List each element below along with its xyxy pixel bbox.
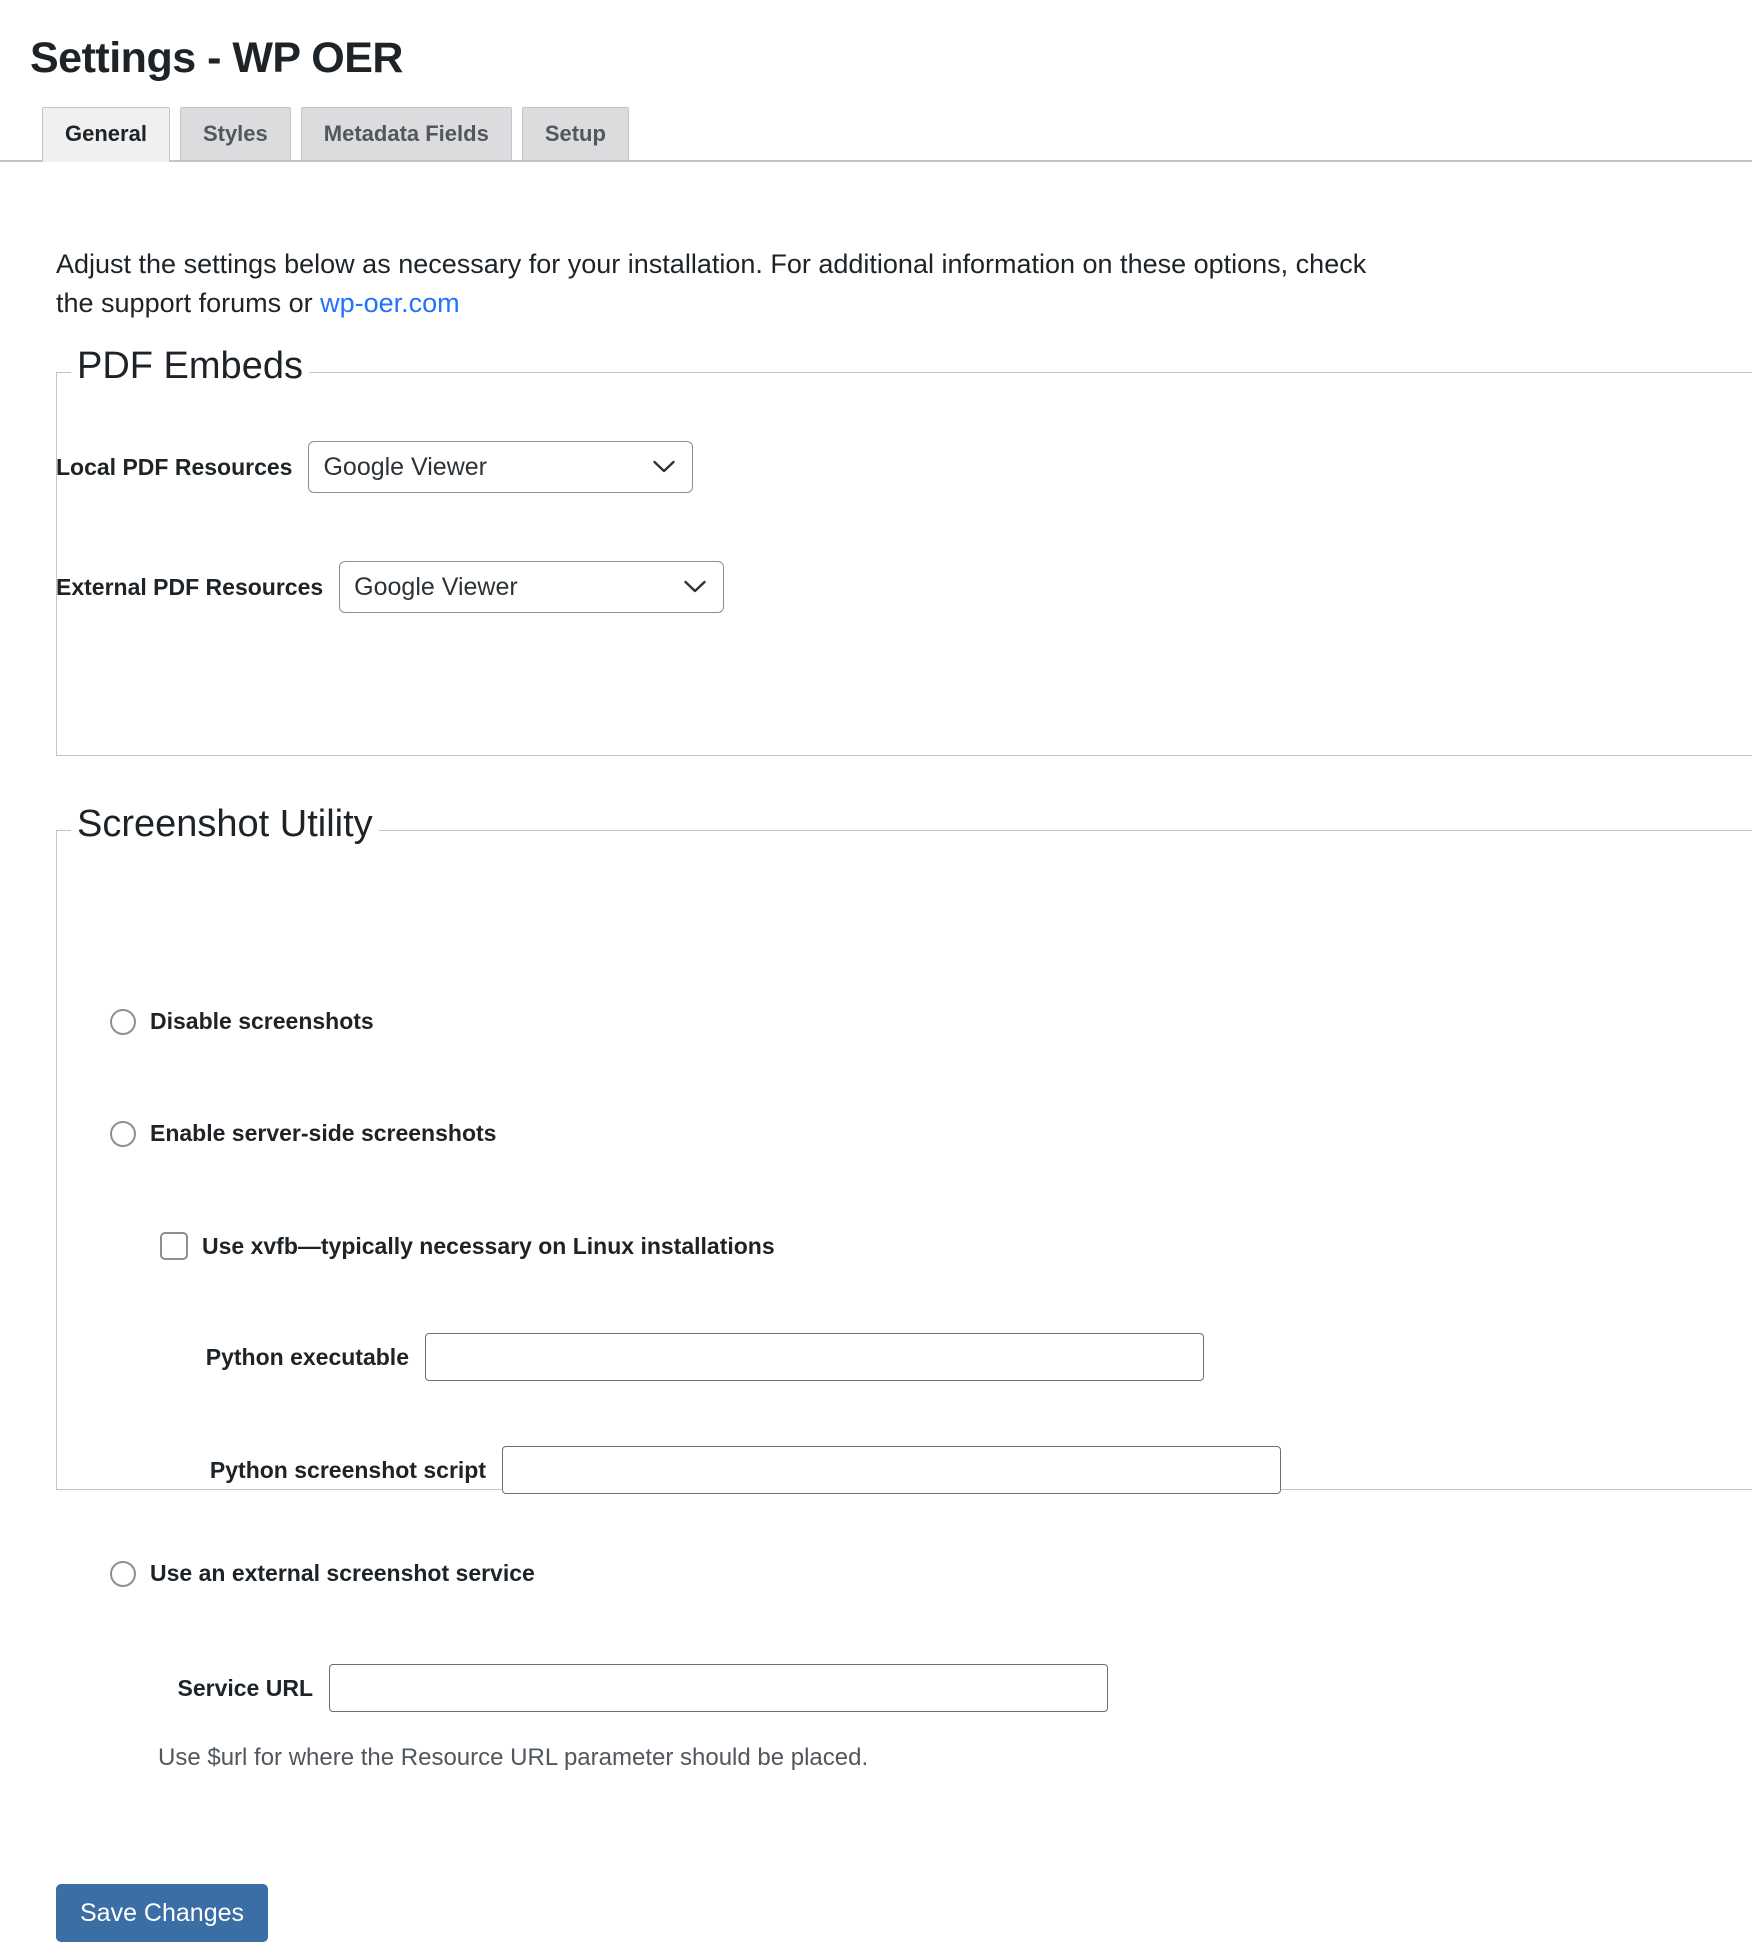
checkbox-use-xvfb[interactable]: Use xvfb—typically necessary on Linux in…	[160, 1232, 775, 1260]
intro-text: Adjust the settings below as necessary f…	[56, 249, 1367, 319]
external-pdf-resources-row: External PDF Resources Google Viewer	[56, 561, 725, 613]
local-pdf-resources-select-wrap: Google Viewer	[308, 441, 694, 493]
radio-use-external-screenshot-service-label: Use an external screenshot service	[150, 1560, 535, 1586]
tab-strip: General Styles Metadata Fields Setup	[0, 106, 1752, 162]
tab-setup[interactable]: Setup	[521, 106, 629, 160]
external-pdf-resources-label: External PDF Resources	[56, 573, 324, 600]
tab-styles[interactable]: Styles	[179, 106, 291, 160]
python-executable-label: Python executable	[205, 1343, 409, 1370]
tab-styles-label: Styles	[202, 120, 268, 146]
screenshot-utility-legend: Screenshot Utility	[71, 803, 379, 846]
python-screenshot-script-input[interactable]	[502, 1446, 1281, 1494]
intro-paragraph: Adjust the settings below as necessary f…	[56, 245, 1386, 323]
tab-setup-label: Setup	[544, 120, 606, 146]
tab-list: General Styles Metadata Fields Setup	[42, 106, 629, 162]
checkbox-use-xvfb-label: Use xvfb—typically necessary on Linux in…	[202, 1232, 775, 1259]
tab-general[interactable]: General	[42, 106, 170, 162]
radio-use-external-screenshot-service[interactable]: Use an external screenshot service	[110, 1560, 535, 1587]
local-pdf-resources-row: Local PDF Resources Google Viewer	[56, 441, 694, 493]
service-url-help-text: Use $url for where the Resource URL para…	[158, 1744, 869, 1771]
external-pdf-resources-select-wrap: Google Viewer	[339, 561, 725, 613]
radio-icon[interactable]	[110, 1120, 136, 1147]
pdf-embeds-legend: PDF Embeds	[71, 345, 309, 388]
tab-metadata-fields-label: Metadata Fields	[323, 120, 489, 146]
radio-icon[interactable]	[110, 1560, 136, 1587]
settings-page: Settings - WP OER General Styles Metadat…	[0, 0, 1752, 1956]
local-pdf-resources-label: Local PDF Resources	[56, 453, 293, 480]
python-executable-input[interactable]	[425, 1333, 1204, 1381]
radio-enable-server-side-screenshots[interactable]: Enable server-side screenshots	[110, 1120, 496, 1147]
radio-disable-screenshots[interactable]: Disable screenshots	[110, 1008, 374, 1035]
radio-disable-screenshots-label: Disable screenshots	[150, 1008, 374, 1034]
radio-enable-server-side-screenshots-label: Enable server-side screenshots	[150, 1120, 497, 1146]
tab-metadata-fields[interactable]: Metadata Fields	[300, 106, 512, 160]
service-url-label: Service URL	[177, 1674, 313, 1701]
checkbox-icon[interactable]	[160, 1232, 188, 1260]
external-pdf-resources-select[interactable]: Google Viewer	[339, 561, 725, 613]
python-screenshot-script-label: Python screenshot script	[209, 1456, 486, 1483]
python-executable-row: Python executable	[110, 1333, 1204, 1381]
radio-icon[interactable]	[110, 1008, 136, 1035]
local-pdf-resources-select[interactable]: Google Viewer	[308, 441, 694, 493]
service-url-input[interactable]	[329, 1664, 1108, 1712]
wp-oer-link[interactable]: wp-oer.com	[320, 288, 460, 318]
page-title: Settings - WP OER	[30, 33, 403, 82]
screenshot-utility-fieldset: Screenshot Utility	[56, 803, 1752, 1490]
python-screenshot-script-row: Python screenshot script	[110, 1446, 1281, 1494]
save-changes-button[interactable]: Save Changes	[56, 1884, 269, 1942]
service-url-row: Service URL	[110, 1664, 1108, 1712]
tab-general-label: General	[65, 120, 147, 146]
